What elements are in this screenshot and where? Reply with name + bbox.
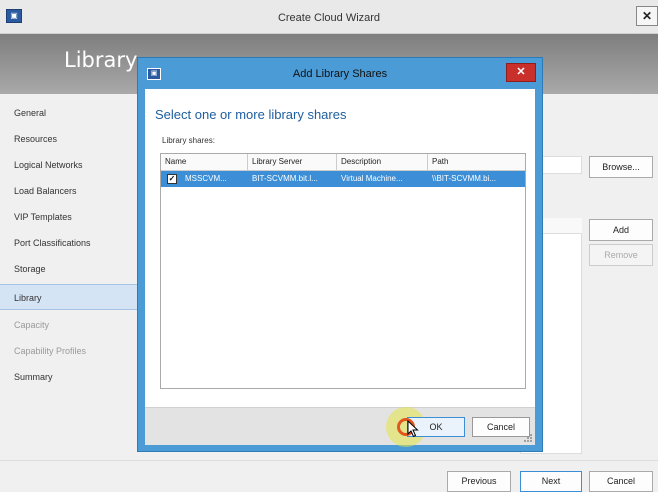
library-shares-label: Library shares:: [162, 136, 215, 145]
ok-label: OK: [429, 422, 443, 432]
table-row[interactable]: ✓ MSSCVM... BIT-SCVMM.bit.l... Virtual M…: [161, 171, 525, 187]
dialog-heading: Select one or more library shares: [155, 107, 347, 122]
nav-item-summary[interactable]: Summary: [0, 364, 148, 390]
wizard-cancel-button[interactable]: Cancel: [589, 471, 653, 492]
wizard-title: Create Cloud Wizard: [277, 12, 381, 24]
remove-button: Remove: [589, 244, 653, 266]
column-header-path[interactable]: Path: [428, 154, 525, 171]
mouse-cursor-icon: [407, 420, 419, 438]
add-library-shares-dialog: ▣ Add Library Shares ✕ Select one or mor…: [137, 57, 543, 452]
dialog-titlebar: ▣ Add Library Shares ✕: [138, 58, 542, 90]
nav-item-library[interactable]: Library: [0, 284, 148, 310]
nav-item-logical-networks[interactable]: Logical Networks: [0, 152, 148, 178]
nav-item-vip-templates[interactable]: VIP Templates: [0, 204, 148, 230]
library-shares-table[interactable]: Name Library Server Description Path ✓ M…: [160, 153, 526, 389]
column-header-description[interactable]: Description: [337, 154, 428, 171]
nav-item-load-balancers[interactable]: Load Balancers: [0, 178, 148, 204]
column-header-library-server[interactable]: Library Server: [248, 154, 337, 171]
wizard-close-button[interactable]: ✕: [636, 6, 658, 26]
previous-button[interactable]: Previous: [447, 471, 511, 492]
cell-name: MSSCVM...: [185, 174, 227, 183]
wizard-page-title: Library: [64, 48, 138, 72]
nav-item-capability-profiles: Capability Profiles: [14, 346, 87, 356]
cell-path: \\BIT-SCVMM.bi...: [432, 174, 497, 183]
wizard-nav: General Resources Logical Networks Load …: [0, 94, 148, 454]
dialog-close-icon[interactable]: ✕: [506, 63, 536, 82]
resize-grip-icon[interactable]: [523, 433, 533, 443]
wizard-titlebar: ▣ Create Cloud Wizard ✕: [0, 0, 658, 34]
dialog-title: Add Library Shares: [292, 68, 388, 80]
row-checkbox[interactable]: ✓: [167, 174, 177, 184]
nav-item-port-classifications[interactable]: Port Classifications: [0, 230, 148, 256]
add-button[interactable]: Add: [589, 219, 653, 241]
nav-item-resources[interactable]: Resources: [0, 126, 148, 152]
cell-library-server: BIT-SCVMM.bit.l...: [252, 174, 318, 183]
column-header-name[interactable]: Name: [161, 154, 248, 171]
dialog-cancel-button[interactable]: Cancel: [472, 417, 530, 437]
nav-item-capacity: Capacity: [14, 320, 50, 330]
nav-item-storage[interactable]: Storage: [0, 256, 148, 282]
browse-button[interactable]: Browse...: [589, 156, 653, 178]
cell-description: Virtual Machine...: [341, 174, 403, 183]
nav-item-general[interactable]: General: [0, 100, 148, 126]
dialog-body: Select one or more library shares Librar…: [145, 89, 535, 447]
next-button[interactable]: Next: [520, 471, 582, 492]
